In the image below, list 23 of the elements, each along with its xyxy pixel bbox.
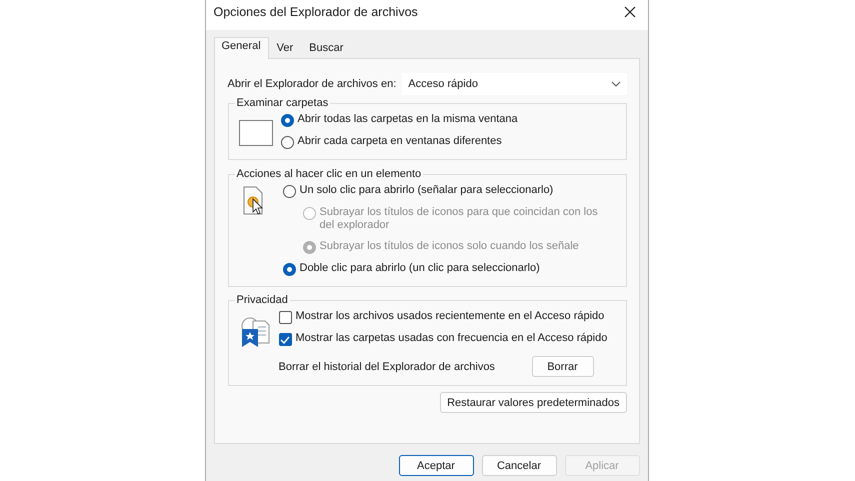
radio-option[interactable]: Un solo clic para abrirlo (señalar para seleccionarlo) xyxy=(282,180,620,202)
radio-option[interactable]: Doble clic para abrirlo (un clic para seleccionarlo) xyxy=(282,258,620,280)
dialog-button[interactable]: Cancelar xyxy=(482,455,556,476)
close-icon[interactable] xyxy=(624,6,636,18)
group-title: Acciones al hacer clic en un elemento xyxy=(236,168,422,180)
radio-option[interactable]: Abrir cada carpeta en ventanas diferentes xyxy=(280,131,620,153)
tab[interactable]: General xyxy=(214,37,269,59)
window-title: Opciones del Explorador de archivos xyxy=(214,5,418,19)
chevron-down-icon xyxy=(610,81,620,87)
open-in-label: Abrir el Explorador de archivos en: xyxy=(228,78,396,90)
group-title: Examinar carpetas xyxy=(236,97,330,109)
clear-button[interactable]: Borrar xyxy=(532,356,594,377)
group-title: Privacidad xyxy=(236,294,289,306)
clear-history-label: Borrar el historial del Explorador de archivos xyxy=(278,360,495,372)
restore-defaults-button[interactable]: Restaurar valores predeterminados xyxy=(440,392,626,413)
checkbox-option[interactable]: Mostrar las carpetas usadas con frecuencia en el Acceso rápido xyxy=(278,328,620,350)
checkmark-icon xyxy=(280,336,290,344)
open-in-dropdown[interactable]: Acceso rápido xyxy=(402,73,626,95)
window-icon xyxy=(238,120,272,146)
dialog-button[interactable]: Aceptar xyxy=(398,455,474,476)
radio-option[interactable]: Abrir todas las carpetas en la misma ventana xyxy=(280,109,620,131)
documents-star-icon xyxy=(238,317,270,349)
checkbox-option[interactable]: Mostrar los archivos usados recientemente en el Acceso rápido xyxy=(278,306,620,328)
